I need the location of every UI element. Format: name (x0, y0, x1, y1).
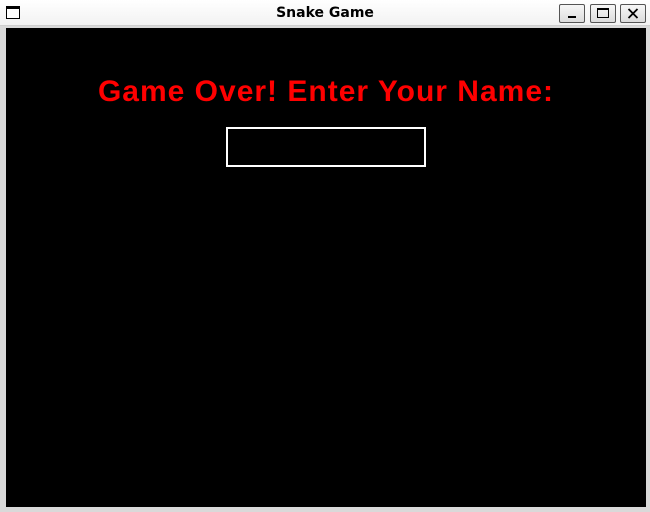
window-bottom-border (0, 507, 650, 512)
game-canvas: Game Over! Enter Your Name: (6, 28, 646, 507)
minimize-icon (568, 16, 576, 18)
maximize-button[interactable] (590, 4, 616, 23)
title-bar[interactable]: Snake Game (0, 0, 650, 26)
window-icon[interactable] (6, 6, 20, 19)
close-button[interactable] (620, 4, 646, 23)
minimize-button[interactable] (559, 4, 585, 23)
window-title: Snake Game (276, 5, 374, 21)
player-name-input[interactable] (226, 127, 426, 167)
snake-game-window: Snake Game Game Over! Enter Your Name: (0, 0, 650, 512)
close-icon (627, 8, 639, 19)
game-over-message: Game Over! Enter Your Name: (97, 75, 555, 108)
maximize-icon (597, 8, 609, 18)
